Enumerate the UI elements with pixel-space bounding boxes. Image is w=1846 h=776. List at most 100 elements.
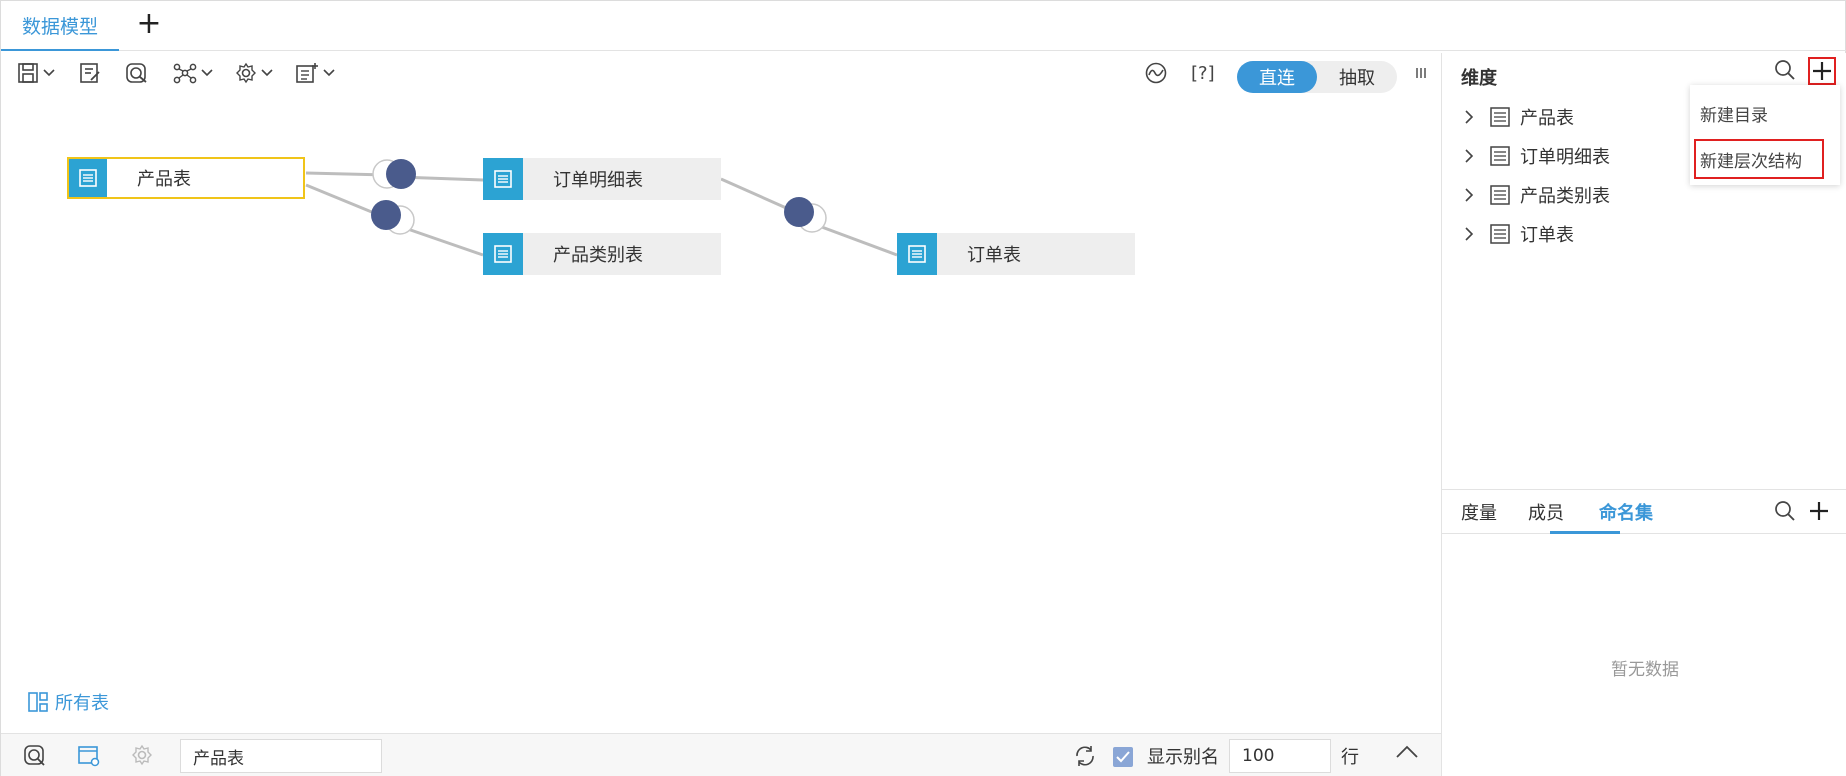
tree-item-product-category[interactable]: 产品类别表: [1464, 175, 1610, 214]
chevron-down-icon: [201, 69, 213, 77]
chevron-down-icon: [261, 69, 273, 77]
table-node-product[interactable]: 产品表: [67, 157, 305, 199]
dimension-add-menu: 新建目录 新建层次结构: [1690, 85, 1840, 185]
table-node-order-detail[interactable]: 订单明细表: [483, 158, 721, 200]
chevron-down-icon: [43, 69, 55, 77]
dimension-title: 维度: [1461, 68, 1497, 89]
panel-collapse-handle[interactable]: [1415, 57, 1427, 89]
auto-layout-button[interactable]: [1144, 57, 1168, 89]
layout-panel-icon: [28, 692, 48, 712]
check-icon: [1116, 751, 1130, 763]
chevron-right-icon[interactable]: [1464, 109, 1480, 124]
active-tab-indicator: [1550, 531, 1620, 534]
network-icon: [173, 63, 197, 84]
dimension-search-button[interactable]: [1774, 59, 1796, 85]
table-node-label: 订单表: [967, 245, 1021, 266]
show-alias-checkbox[interactable]: [1113, 747, 1133, 767]
model-canvas[interactable]: 产品表 订单明细表 产品类别表 订单表 所有表: [1, 93, 1441, 733]
search-icon: [1775, 501, 1795, 521]
edit-doc-icon: [80, 63, 100, 83]
tree-item-label: 产品类别表: [1520, 185, 1610, 207]
preview-button[interactable]: [125, 57, 149, 89]
table-settings-button[interactable]: [77, 744, 101, 768]
refresh-icon: [1076, 746, 1094, 766]
search-icon: [1775, 60, 1795, 80]
table-icon: [483, 158, 523, 200]
connection-mode-toggle[interactable]: 直连 抽取: [1237, 61, 1397, 93]
tab-named-set[interactable]: 命名集: [1599, 490, 1653, 534]
all-tables-label: 所有表: [55, 693, 109, 714]
plus-icon: [1813, 62, 1831, 80]
wave-circle-icon: [1145, 62, 1167, 84]
save-icon: [18, 63, 38, 83]
mode-direct-option[interactable]: 直连: [1237, 61, 1317, 93]
chevron-right-icon[interactable]: [1464, 148, 1480, 163]
table-icon: [1490, 145, 1510, 166]
menu-item-new-folder[interactable]: 新建目录: [1690, 93, 1840, 133]
chevron-right-icon[interactable]: [1464, 187, 1480, 202]
dimension-add-button[interactable]: [1808, 57, 1836, 85]
tab-member[interactable]: 成员: [1528, 490, 1564, 534]
tab-bar: 数据模型 +: [1, 1, 1846, 51]
table-icon: [1490, 106, 1510, 127]
table-node-label: 订单明细表: [553, 170, 643, 191]
chevron-up-icon: [1396, 745, 1418, 758]
settings-button[interactable]: [235, 57, 273, 89]
named-set-add-button[interactable]: [1808, 500, 1830, 526]
current-table-field[interactable]: 产品表: [180, 739, 382, 773]
relation-button[interactable]: [173, 57, 213, 89]
bottom-bar: 产品表 显示别名 100 行: [1, 733, 1441, 776]
table-icon: [69, 159, 107, 197]
help-button[interactable]: [?]: [1191, 57, 1215, 89]
field-settings-button[interactable]: [131, 744, 155, 768]
add-tab-icon[interactable]: +: [135, 9, 163, 39]
add-table-icon: [296, 63, 318, 83]
dimension-tree: 产品表 订单明细表 产品类别表 订单表: [1464, 97, 1610, 253]
named-set-search-button[interactable]: [1774, 500, 1796, 526]
table-icon: [1490, 223, 1510, 244]
add-table-button[interactable]: [295, 57, 335, 89]
toolbar: [?] 直连 抽取: [1, 53, 1441, 93]
edit-button[interactable]: [79, 57, 101, 89]
join-node: [784, 197, 814, 227]
preview-icon: [126, 63, 147, 83]
tree-item-order-detail[interactable]: 订单明细表: [1464, 136, 1610, 175]
table-node-label: 产品类别表: [553, 245, 643, 266]
preview-icon: [24, 745, 45, 766]
join-node-left: [386, 159, 416, 189]
tree-item-label: 订单表: [1520, 224, 1574, 246]
row-unit-label: 行: [1341, 747, 1359, 768]
window-gear-icon: [78, 746, 100, 767]
tab-data-model[interactable]: 数据模型: [1, 1, 119, 51]
mode-extract-option[interactable]: 抽取: [1317, 61, 1397, 93]
row-count-input[interactable]: 100: [1229, 739, 1331, 773]
tree-item-label: 订单明细表: [1520, 146, 1610, 168]
preview-data-button[interactable]: [23, 744, 47, 768]
table-node-product-category[interactable]: 产品类别表: [483, 233, 721, 275]
tree-item-label: 产品表: [1520, 107, 1574, 129]
tab-measure[interactable]: 度量: [1461, 490, 1497, 534]
empty-state-text: 暂无数据: [1611, 660, 1679, 680]
table-node-order[interactable]: 订单表: [897, 233, 1135, 275]
gear-icon: [132, 744, 152, 766]
all-tables-link[interactable]: 所有表: [27, 689, 109, 715]
show-alias-label: 显示别名: [1147, 747, 1219, 768]
chevron-down-icon: [323, 69, 335, 77]
plus-icon: [1810, 502, 1828, 520]
table-node-label: 产品表: [137, 169, 191, 190]
tree-item-order[interactable]: 订单表: [1464, 214, 1610, 253]
chevron-right-icon[interactable]: [1464, 226, 1480, 241]
grip-icon: [1416, 68, 1426, 78]
measure-tabs: 度量 成员 命名集: [1442, 490, 1846, 534]
table-icon: [897, 233, 937, 275]
menu-item-new-hierarchy[interactable]: 新建层次结构: [1694, 139, 1824, 179]
data-model-page: 数据模型 + [?] 直连 抽取 产品表 订单明细表 产品类别表 订单表 所有表…: [0, 0, 1846, 776]
save-button[interactable]: [17, 57, 55, 89]
collapse-preview-button[interactable]: [1395, 744, 1419, 764]
table-icon: [483, 233, 523, 275]
join-node: [371, 200, 401, 230]
table-icon: [1490, 184, 1510, 205]
gear-icon: [236, 62, 256, 84]
refresh-button[interactable]: [1073, 744, 1097, 772]
tree-item-product[interactable]: 产品表: [1464, 97, 1610, 136]
